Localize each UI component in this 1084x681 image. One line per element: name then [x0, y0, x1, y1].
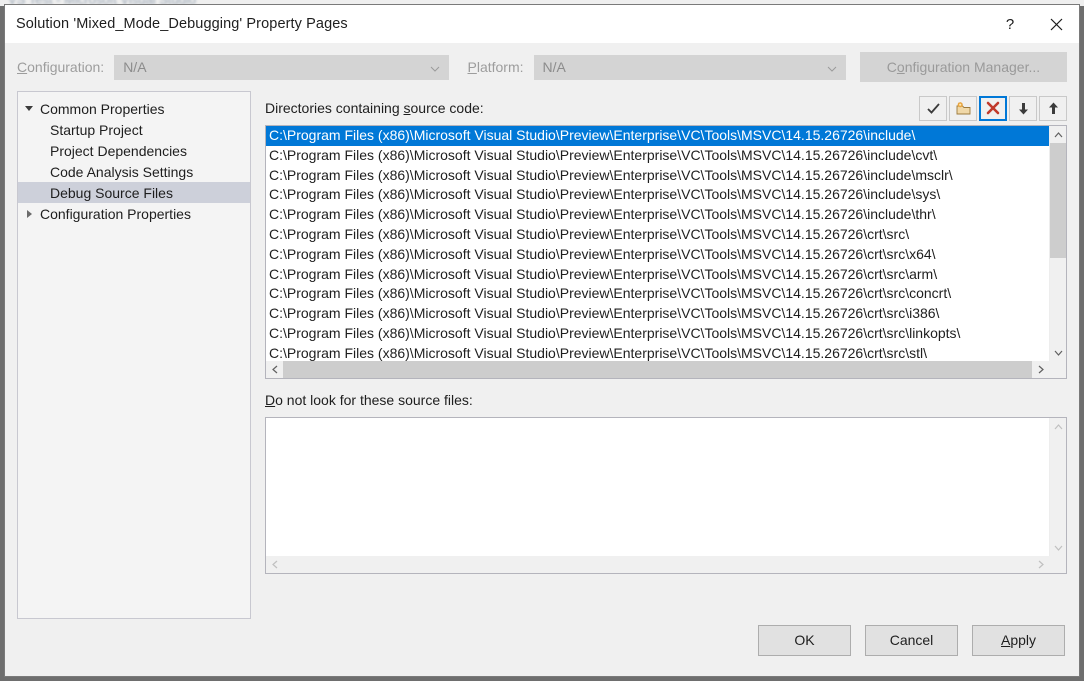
source-directories-list[interactable]: C:\Program Files (x86)\Microsoft Visual … [265, 125, 1067, 379]
title-bar: Solution 'Mixed_Mode_Debugging' Property… [5, 5, 1079, 43]
debug-source-files-pane: Directories containing source code: [265, 91, 1067, 604]
dialog-footer: OK Cancel Apply [5, 604, 1079, 676]
triangle-right-icon [27, 210, 32, 218]
list-item[interactable]: C:\Program Files (x86)\Microsoft Visual … [266, 225, 1049, 245]
platform-value: N/A [543, 59, 566, 75]
list-item[interactable]: C:\Program Files (x86)\Microsoft Visual … [266, 324, 1049, 344]
list-item[interactable]: C:\Program Files (x86)\Microsoft Visual … [266, 344, 1049, 361]
exclude-directories-list[interactable] [265, 417, 1067, 574]
chevron-down-icon [430, 59, 440, 75]
list-horizontal-scrollbar[interactable] [266, 361, 1049, 378]
configuration-dropdown[interactable]: N/A [114, 55, 449, 80]
list-item[interactable]: C:\Program Files (x86)\Microsoft Visual … [266, 205, 1049, 225]
ok-button[interactable]: OK [758, 625, 851, 656]
move-down-button[interactable] [1009, 96, 1037, 121]
platform-label: Platform: [467, 59, 523, 75]
tree-item-common-properties[interactable]: Common Properties [18, 98, 250, 119]
property-pages-dialog: Solution 'Mixed_Mode_Debugging' Property… [4, 4, 1080, 677]
source-dirs-label: Directories containing source code: [265, 100, 484, 116]
new-folder-button[interactable] [949, 96, 977, 121]
scrollbar-corner [1049, 556, 1066, 573]
configuration-label: Configuration: [17, 59, 104, 75]
list-item[interactable]: C:\Program Files (x86)\Microsoft Visual … [266, 185, 1049, 205]
tree-item-label: Debug Source Files [50, 185, 173, 201]
apply-button[interactable]: Apply [972, 625, 1065, 656]
check-icon [926, 101, 941, 116]
scroll-up-button[interactable] [1050, 418, 1067, 435]
tree-item-code-analysis-settings[interactable]: Code Analysis Settings [18, 161, 250, 182]
list-toolbar [919, 96, 1067, 121]
configuration-value: N/A [123, 59, 146, 75]
list-vertical-scroll-thumb[interactable] [1050, 143, 1067, 258]
arrow-down-icon [1017, 101, 1030, 116]
scroll-down-button[interactable] [1050, 539, 1067, 556]
exclude-dirs-header: Do not look for these source files: [265, 383, 1067, 417]
tree-item-label: Project Dependencies [50, 143, 187, 159]
list-item[interactable]: C:\Program Files (x86)\Microsoft Visual … [266, 146, 1049, 166]
tree-item-startup-project[interactable]: Startup Project [18, 119, 250, 140]
red-x-icon [986, 101, 1000, 115]
expander-expand-icon[interactable] [22, 210, 36, 218]
dialog-body: Common Properties Startup Project Project … [5, 91, 1079, 604]
list-vertical-scrollbar[interactable] [1049, 126, 1066, 361]
property-tree[interactable]: Common Properties Startup Project Project … [17, 91, 251, 619]
list-item[interactable]: C:\Program Files (x86)\Microsoft Visual … [266, 284, 1049, 304]
tree-item-label: Startup Project [50, 122, 143, 138]
expander-collapse-icon[interactable] [22, 106, 36, 111]
source-dirs-header: Directories containing source code: [265, 91, 1067, 125]
dialog-title: Solution 'Mixed_Mode_Debugging' Property… [16, 16, 348, 32]
tree-item-configuration-properties[interactable]: Configuration Properties [18, 203, 250, 224]
configuration-manager-label: Configuration Manager... [887, 59, 1040, 75]
tree-item-label: Common Properties [40, 101, 165, 117]
tree-item-debug-source-files[interactable]: Debug Source Files [18, 182, 250, 203]
tree-item-label: Configuration Properties [40, 206, 191, 222]
list-item[interactable]: C:\Program Files (x86)\Microsoft Visual … [266, 265, 1049, 285]
ok-label: OK [794, 632, 814, 648]
exclude-vertical-scrollbar[interactable] [1049, 418, 1066, 556]
exclude-directories-rows [266, 418, 1049, 556]
chevron-down-icon [827, 59, 837, 75]
apply-label: Apply [1001, 632, 1036, 648]
scroll-up-button[interactable] [1050, 126, 1067, 143]
platform-dropdown[interactable]: N/A [534, 55, 846, 80]
source-directories-rows: C:\Program Files (x86)\Microsoft Visual … [266, 126, 1049, 361]
help-button[interactable]: ? [987, 5, 1033, 43]
scroll-down-button[interactable] [1050, 344, 1067, 361]
list-horizontal-scroll-thumb[interactable] [283, 361, 1032, 378]
move-up-button[interactable] [1039, 96, 1067, 121]
close-button[interactable] [1033, 5, 1079, 43]
scroll-right-button[interactable] [1032, 556, 1049, 573]
exclude-dirs-label: Do not look for these source files: [265, 392, 473, 408]
screen: VS Test - Microsoft Visual Studio Soluti… [0, 0, 1084, 681]
delete-button[interactable] [979, 96, 1007, 121]
list-item[interactable]: C:\Program Files (x86)\Microsoft Visual … [266, 166, 1049, 186]
cancel-button[interactable]: Cancel [865, 625, 958, 656]
triangle-down-icon [25, 106, 33, 111]
list-item[interactable]: C:\Program Files (x86)\Microsoft Visual … [266, 245, 1049, 265]
scroll-left-button[interactable] [266, 361, 283, 378]
configuration-manager-button[interactable]: Configuration Manager... [860, 52, 1067, 82]
tree-item-project-dependencies[interactable]: Project Dependencies [18, 140, 250, 161]
scroll-left-button[interactable] [266, 556, 283, 573]
check-button[interactable] [919, 96, 947, 121]
question-mark-icon: ? [1006, 16, 1014, 33]
window-controls: ? [987, 5, 1079, 43]
close-icon [1050, 18, 1063, 31]
exclude-horizontal-scrollbar[interactable] [266, 556, 1049, 573]
new-folder-icon [955, 101, 972, 116]
scrollbar-corner [1049, 361, 1066, 378]
arrow-up-icon [1047, 101, 1060, 116]
scroll-right-button[interactable] [1032, 361, 1049, 378]
cancel-label: Cancel [890, 632, 934, 648]
tree-item-label: Code Analysis Settings [50, 164, 193, 180]
configuration-bar: Configuration: N/A Platform: N/A Configu… [5, 43, 1079, 91]
list-item[interactable]: C:\Program Files (x86)\Microsoft Visual … [266, 304, 1049, 324]
list-item[interactable]: C:\Program Files (x86)\Microsoft Visual … [266, 126, 1049, 146]
